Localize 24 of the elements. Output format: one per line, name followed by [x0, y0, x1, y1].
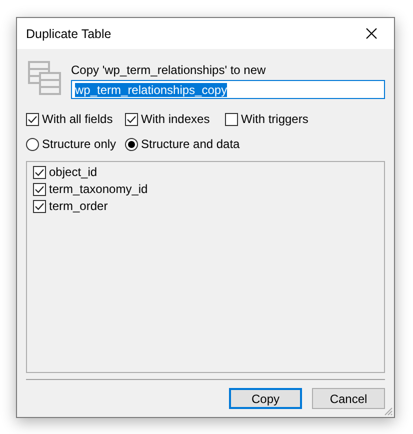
dialog-button[interactable]: Cancel [312, 388, 385, 409]
radio-label[interactable]: Structure and data [141, 137, 240, 151]
window-title: Duplicate Table [26, 26, 112, 40]
checkbox[interactable] [33, 166, 46, 178]
close-icon[interactable] [366, 28, 376, 39]
radio-button[interactable] [125, 138, 138, 150]
checkbox-label[interactable]: With triggers [241, 112, 308, 126]
checkbox[interactable] [125, 112, 138, 126]
radio-button[interactable] [26, 138, 39, 150]
table-name-field[interactable]: wp_term_relationships_copy [71, 80, 385, 99]
field-name[interactable]: object_id [49, 165, 98, 179]
checkbox-label[interactable]: With indexes [141, 112, 210, 126]
checkbox[interactable] [225, 112, 238, 126]
field-name[interactable]: term_taxonomy_id [49, 182, 148, 196]
checkbox[interactable] [26, 112, 39, 126]
field-name[interactable]: term_order [49, 199, 108, 213]
resize-grip-icon[interactable] [383, 406, 393, 416]
radio-label[interactable]: Structure only [42, 137, 116, 151]
checkbox[interactable] [33, 200, 46, 212]
checkbox[interactable] [33, 182, 46, 196]
checkbox-label[interactable]: With all fields [42, 112, 113, 126]
table-copy-icon [28, 61, 61, 95]
dialog-button[interactable]: Copy [229, 388, 302, 409]
copy-label: Copy 'wp_term_relationships' to new [71, 63, 267, 77]
